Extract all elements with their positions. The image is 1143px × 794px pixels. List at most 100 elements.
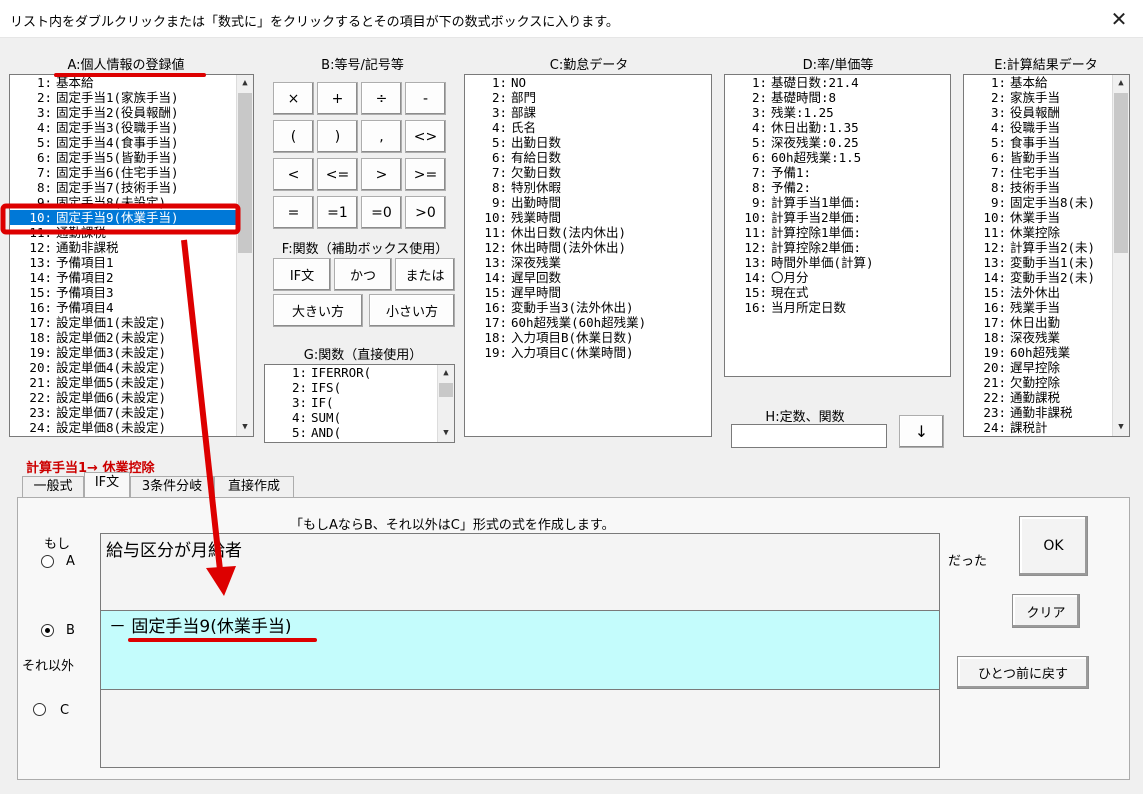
list-item[interactable]: 9: 計算手当1単価: [725, 195, 950, 210]
list-item[interactable]: 18: 深夜残業 [964, 330, 1129, 345]
list-item[interactable]: 12: 計算手当2(未) [964, 240, 1129, 255]
tab-general[interactable]: 一般式 [22, 476, 84, 498]
list-item[interactable]: 15: 法外休出 [964, 285, 1129, 300]
list-g-scrollbar[interactable]: ▲ ▼ [437, 365, 454, 442]
list-item[interactable]: 10: 残業時間 [465, 210, 711, 225]
list-item[interactable]: 3: 固定手当2(役員報酬) [10, 105, 253, 120]
symbol-button[interactable]: =1 [317, 196, 358, 229]
list-item[interactable]: 11: 計算控除1単価: [725, 225, 950, 240]
clear-button[interactable]: クリア [1012, 594, 1080, 628]
scroll-thumb[interactable] [439, 383, 453, 397]
scroll-up-icon[interactable]: ▲ [1113, 75, 1129, 92]
list-item[interactable]: 7: 住宅手当 [964, 165, 1129, 180]
list-item[interactable]: 15: 遅早時間 [465, 285, 711, 300]
list-item[interactable]: 11: 休出日数(法内休出) [465, 225, 711, 240]
list-item[interactable]: 14: 予備項目2 [10, 270, 253, 285]
list-item[interactable]: 20: 遅早控除 [964, 360, 1129, 375]
list-item[interactable]: 1: 基本給 [964, 75, 1129, 90]
list-item[interactable]: 4: 役職手当 [964, 120, 1129, 135]
symbol-button[interactable]: ( [273, 120, 314, 153]
list-item[interactable]: 2: 基礎時間:8 [725, 90, 950, 105]
list-item[interactable]: 5: 固定手当4(食事手当) [10, 135, 253, 150]
symbol-button[interactable]: ÷ [361, 82, 402, 115]
list-item[interactable]: 4: 固定手当3(役職手当) [10, 120, 253, 135]
list-item[interactable]: 4: 休日出勤:1.35 [725, 120, 950, 135]
tab-if[interactable]: IF文 [84, 472, 130, 499]
list-item[interactable]: 7: 固定手当6(住宅手当) [10, 165, 253, 180]
list-item[interactable]: 22: 設定単価6(未設定) [10, 390, 253, 405]
list-item[interactable]: 12: 通勤非課税 [10, 240, 253, 255]
function-button[interactable]: かつ [334, 258, 392, 291]
list-item[interactable]: 2: 固定手当1(家族手当) [10, 90, 253, 105]
scroll-down-icon[interactable]: ▼ [438, 425, 454, 442]
list-item[interactable]: 5: 深夜残業:0.25 [725, 135, 950, 150]
list-e[interactable]: 1: 基本給 2: 家族手当 3: 役員報酬 4: 役職手当 5: 食事手当 6: 皆勤手当 7: 住宅手… [963, 74, 1130, 437]
symbol-button[interactable]: - [405, 82, 446, 115]
list-item[interactable]: 13: 予備項目1 [10, 255, 253, 270]
list-a-scrollbar[interactable]: ▲ ▼ [236, 75, 253, 436]
list-item[interactable]: 11: 通勤課税 [10, 225, 253, 240]
list-item[interactable]: 6: 固定手当5(皆勤手当) [10, 150, 253, 165]
scroll-thumb[interactable] [238, 93, 252, 253]
undo-button[interactable]: ひとつ前に戻す [957, 656, 1089, 689]
list-item[interactable]: 3: 残業:1.25 [725, 105, 950, 120]
radio-c[interactable] [33, 703, 46, 716]
list-item[interactable]: 12: 計算控除2単価: [725, 240, 950, 255]
list-g[interactable]: 1: IFERROR(2: IFS(3: IF(4: SUM(5: AND( ▲ ▼ [264, 364, 455, 443]
symbol-button[interactable]: >0 [405, 196, 446, 229]
formula-box-a[interactable]: 給与区分が月給者 [100, 533, 940, 612]
list-item[interactable]: 9: 固定手当8(未設定) [10, 195, 253, 210]
symbol-button[interactable]: <= [317, 158, 358, 191]
symbol-button[interactable]: = [273, 196, 314, 229]
symbol-button[interactable]: ) [317, 120, 358, 153]
list-item[interactable]: 4: SUM( [265, 410, 454, 425]
list-item[interactable]: 10: 計算手当2単価: [725, 210, 950, 225]
scroll-down-icon[interactable]: ▼ [237, 419, 253, 436]
symbol-button[interactable]: + [317, 82, 358, 115]
symbol-button[interactable]: <> [405, 120, 446, 153]
list-item[interactable]: 2: IFS( [265, 380, 454, 395]
scroll-up-icon[interactable]: ▲ [438, 365, 454, 382]
list-item[interactable]: 8: 特別休暇 [465, 180, 711, 195]
list-c[interactable]: 1: NO 2: 部門 3: 部課 4: 氏名 5: 出勤日数 6: 有給日数 7: 欠勤日数 8: 特別休暇… [464, 74, 712, 437]
list-item[interactable]: 7: 欠勤日数 [465, 165, 711, 180]
list-item[interactable]: 1: 基本給 [10, 75, 253, 90]
list-item[interactable]: 11: 休業控除 [964, 225, 1129, 240]
symbol-button[interactable]: =0 [361, 196, 402, 229]
list-item[interactable]: 5: 出勤日数 [465, 135, 711, 150]
insert-down-button[interactable]: ↓ [899, 415, 944, 448]
list-item[interactable]: 8: 技術手当 [964, 180, 1129, 195]
list-item[interactable]: 20: 設定単価4(未設定) [10, 360, 253, 375]
list-item[interactable]: 5: 食事手当 [964, 135, 1129, 150]
list-item[interactable]: 13: 時間外単価(計算) [725, 255, 950, 270]
function-button[interactable]: IF文 [273, 258, 331, 291]
list-item[interactable]: 15: 予備項目3 [10, 285, 253, 300]
list-item[interactable]: 2: 家族手当 [964, 90, 1129, 105]
list-item[interactable]: 8: 固定手当7(技術手当) [10, 180, 253, 195]
function-button[interactable]: または [395, 258, 455, 291]
list-a[interactable]: 1: 基本給 2: 固定手当1(家族手当) 3: 固定手当2(役員報酬) 4: 固定手当3(役… [9, 74, 254, 437]
scroll-up-icon[interactable]: ▲ [237, 75, 253, 92]
list-item[interactable]: 18: 入力項目B(休業日数) [465, 330, 711, 345]
list-item[interactable]: 9: 出勤時間 [465, 195, 711, 210]
scroll-thumb[interactable] [1114, 93, 1128, 253]
list-item[interactable]: 14: 変動手当2(未) [964, 270, 1129, 285]
list-item[interactable]: 2: 部門 [465, 90, 711, 105]
list-item[interactable]: 6: 60h超残業:1.5 [725, 150, 950, 165]
ok-button[interactable]: OK [1019, 516, 1088, 576]
list-item[interactable]: 7: 予備1: [725, 165, 950, 180]
symbol-button[interactable]: >= [405, 158, 446, 191]
list-item[interactable]: 23: 通勤非課税 [964, 405, 1129, 420]
list-item[interactable]: 13: 変動手当1(未) [964, 255, 1129, 270]
formula-box-c[interactable] [100, 689, 940, 768]
list-item[interactable]: 15: 現在式 [725, 285, 950, 300]
list-item[interactable]: 21: 設定単価5(未設定) [10, 375, 253, 390]
list-item[interactable]: 19: 設定単価3(未設定) [10, 345, 253, 360]
list-e-scrollbar[interactable]: ▲ ▼ [1112, 75, 1129, 436]
list-item[interactable]: 14: 遅早回数 [465, 270, 711, 285]
list-item[interactable]: 19: 入力項目C(休業時間) [465, 345, 711, 360]
close-icon[interactable]: ✕ [1109, 6, 1129, 32]
list-d[interactable]: 1: 基礎日数:21.4 2: 基礎時間:8 3: 残業:1.25 4: 休日出勤:1.35 5… [724, 74, 951, 377]
list-item[interactable]: 16: 変動手当3(法外休出) [465, 300, 711, 315]
list-item[interactable]: 1: 基礎日数:21.4 [725, 75, 950, 90]
